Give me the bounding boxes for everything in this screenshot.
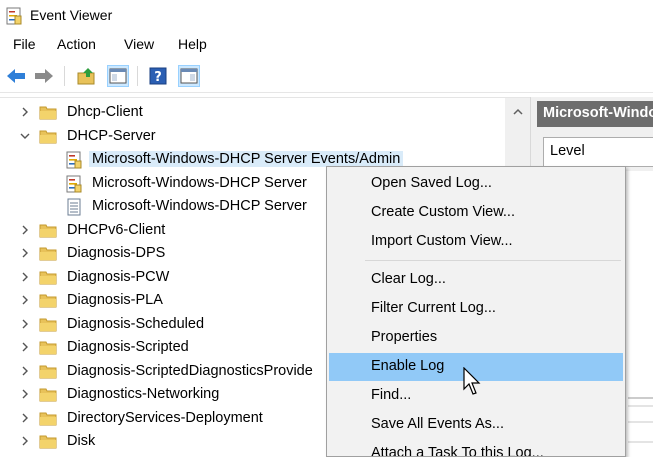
show-hide-action-pane-icon <box>180 68 198 84</box>
toolbar-separator <box>64 66 65 86</box>
help-button[interactable]: ? <box>147 65 169 87</box>
menu-item-properties[interactable]: Properties <box>329 324 623 352</box>
chevron-right-icon[interactable] <box>20 413 30 423</box>
menu-item-filter-current-log[interactable]: Filter Current Log... <box>329 295 623 323</box>
title-bar: Event Viewer <box>0 0 653 32</box>
event-log-icon <box>66 151 82 169</box>
tree-item-label: Diagnosis-Scheduled <box>67 315 205 332</box>
event-viewer-app-icon <box>6 7 22 25</box>
folder-icon <box>39 412 57 425</box>
tree-item-label: Diagnosis-DPS <box>67 245 166 261</box>
show-hide-console-tree-icon <box>109 68 127 84</box>
folder-icon <box>39 388 57 402</box>
folder-icon <box>39 435 57 449</box>
help-icon: ? <box>149 67 167 85</box>
chevron-right-icon[interactable] <box>20 225 30 235</box>
level-column-label: Level <box>550 143 585 159</box>
window-title: Event Viewer <box>30 7 113 23</box>
folder-icon <box>39 224 57 237</box>
chevron-right-icon[interactable] <box>20 342 30 352</box>
tree-item-label: Disk <box>67 433 96 449</box>
menu-item-open-saved-log[interactable]: Open Saved Log... <box>329 170 623 198</box>
chevron-right-icon[interactable] <box>20 319 30 329</box>
scroll-up-icon[interactable] <box>513 108 523 116</box>
folder-icon <box>39 294 57 308</box>
tree-item-label: Diagnosis-Scripted <box>67 339 189 355</box>
menu-action[interactable]: Action <box>57 36 96 52</box>
chevron-right-icon[interactable] <box>20 248 30 258</box>
mouse-cursor-icon <box>463 367 481 395</box>
details-pane-lines <box>628 397 653 443</box>
menu-file[interactable]: File <box>13 36 36 52</box>
tree-item-label: Microsoft-Windows-DHCP Server <box>92 174 307 191</box>
tree-item-label: DHCPv6-Client <box>67 221 166 238</box>
toolbar: ? <box>0 60 653 93</box>
show-hide-action-pane-button[interactable] <box>178 65 200 87</box>
tree-item-label: Microsoft-Windows-DHCP Server Events/Adm… <box>89 151 404 167</box>
menu-help[interactable]: Help <box>178 36 207 52</box>
tree-item-label: Dhcp-Client <box>67 104 143 120</box>
menu-item-label: Properties <box>371 329 438 345</box>
svg-text:?: ? <box>154 70 162 85</box>
chevron-right-icon[interactable] <box>20 107 30 117</box>
tree-folder-item[interactable]: DHCP-Server <box>0 125 505 148</box>
forward-button[interactable] <box>33 65 55 87</box>
up-folder-icon <box>77 68 95 85</box>
menu-item-label: Clear Log... <box>371 271 446 287</box>
up-folder-button[interactable] <box>76 65 98 87</box>
menu-item-clear-log[interactable]: Clear Log... <box>329 266 623 294</box>
folder-icon <box>39 271 57 284</box>
folder-icon <box>39 318 57 331</box>
menu-item-label: Find... <box>371 387 412 403</box>
folder-icon <box>39 365 57 378</box>
back-button[interactable] <box>5 65 27 87</box>
show-hide-console-tree-button[interactable] <box>107 65 129 87</box>
chevron-down-icon[interactable] <box>20 131 30 141</box>
tree-item-label: DHCP-Server <box>67 127 156 144</box>
tree-item-label: DirectoryServices-Deployment <box>67 409 263 426</box>
folder-icon <box>39 130 57 143</box>
menu-item-label: Enable Log <box>371 358 445 374</box>
folder-icon <box>39 341 57 355</box>
menu-bar: File Action View Help <box>0 32 653 58</box>
menu-item-label: Attach a Task To this Log... <box>371 445 544 457</box>
events-column-header[interactable]: Level <box>543 137 653 167</box>
event-log-icon <box>66 175 82 192</box>
tree-item-label: Microsoft-Windows-DHCP Server <box>92 198 307 214</box>
menu-item-save-all-events-as[interactable]: Save All Events As... <box>329 411 623 439</box>
tree-item-label: Diagnosis-PCW <box>67 268 170 285</box>
menu-item-import-custom-view[interactable]: Import Custom View... <box>329 228 623 256</box>
tree-item-label: Diagnosis-PLA <box>67 292 163 308</box>
chevron-right-icon[interactable] <box>20 272 30 282</box>
folder-icon <box>39 106 57 120</box>
menu-item-create-custom-view[interactable]: Create Custom View... <box>329 199 623 227</box>
menu-separator <box>365 260 621 261</box>
toolbar-separator <box>137 66 138 86</box>
tree-folder-item[interactable]: Dhcp-Client <box>0 101 505 124</box>
chevron-right-icon[interactable] <box>20 366 30 376</box>
folder-icon <box>39 247 57 261</box>
menu-item-label: Save All Events As... <box>371 416 504 432</box>
menu-item-label: Import Custom View... <box>371 233 513 249</box>
menu-view[interactable]: View <box>124 36 154 52</box>
forward-icon <box>35 69 53 83</box>
chevron-right-icon[interactable] <box>20 389 30 399</box>
log-disabled-icon <box>67 198 81 216</box>
menu-item-label: Create Custom View... <box>371 204 515 220</box>
tree-item-label: Diagnosis-ScriptedDiagnosticsProvide <box>67 362 313 379</box>
chevron-right-icon[interactable] <box>20 436 30 446</box>
menu-item-attach-task-to-log[interactable]: Attach a Task To this Log... <box>329 440 623 457</box>
log-details-header: Microsoft-Windo <box>537 101 653 127</box>
menu-item-label: Filter Current Log... <box>371 300 496 316</box>
chevron-right-icon[interactable] <box>20 295 30 305</box>
menu-item-label: Open Saved Log... <box>371 175 492 191</box>
back-icon <box>7 69 25 83</box>
tree-item-label: Diagnostics-Networking <box>67 386 220 402</box>
context-menu: Open Saved Log... Create Custom View... … <box>326 166 626 457</box>
